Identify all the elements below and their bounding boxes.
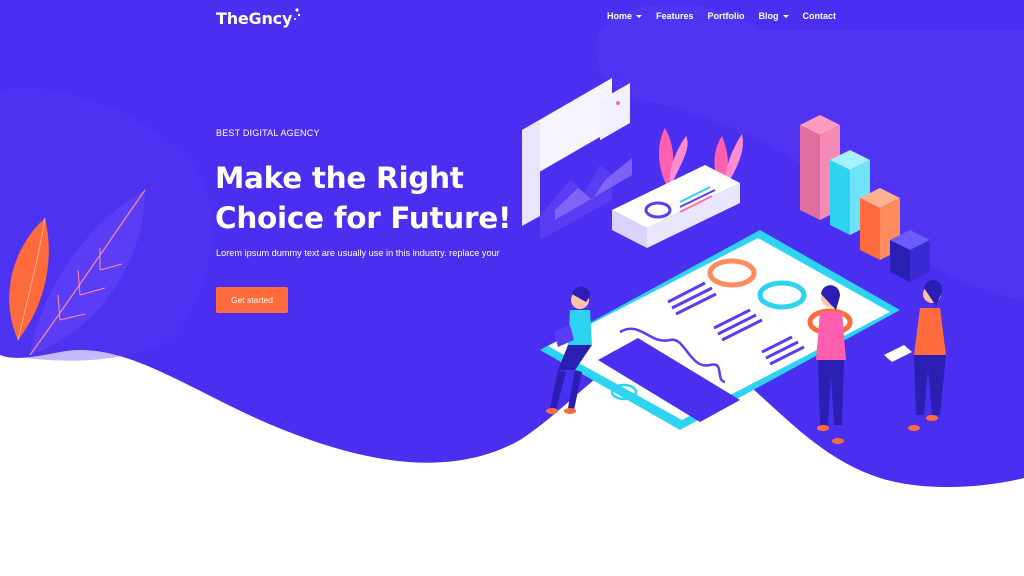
nav-item-home[interactable]: Home: [607, 11, 643, 21]
nav-item-blog[interactable]: Blog: [759, 11, 789, 21]
person-with-phone-illustration: [884, 280, 946, 431]
stats-card-illustration: [612, 165, 740, 248]
caret-down-icon: [782, 14, 789, 18]
main-nav: Home Features Portfolio Blog Contact: [607, 11, 836, 21]
hero-section: TheGncy Home Features Portfolio Blog Con…: [0, 0, 1024, 576]
logo-dots-icon: [294, 8, 301, 20]
nav-item-label: Blog: [758, 11, 779, 21]
dashboard-illustration: [522, 78, 946, 444]
nav-item-label: Contact: [802, 11, 837, 21]
get-started-button[interactable]: Get started: [216, 287, 288, 313]
nav-item-contact[interactable]: Contact: [803, 11, 837, 21]
headline-line-2: Choice for Future!: [215, 201, 512, 235]
hero-eyebrow: BEST DIGITAL AGENCY: [216, 128, 320, 138]
nav-item-features[interactable]: Features: [656, 11, 694, 21]
caret-down-icon: [636, 14, 643, 18]
leaf-illustration: [9, 189, 146, 356]
brand-logo[interactable]: TheGncy: [216, 9, 292, 28]
tablet-illustration: [540, 230, 900, 430]
nav-item-label: Features: [656, 11, 694, 21]
nav-item-label: Portfolio: [707, 11, 745, 21]
nav-item-label: Home: [607, 11, 633, 21]
nav-item-portfolio[interactable]: Portfolio: [708, 11, 745, 21]
hero-subtext: Lorem ipsum dummy text are usually use i…: [216, 248, 500, 258]
top-navbar: TheGncy Home Features Portfolio Blog Con…: [0, 0, 1024, 36]
hero-headline: Make the Right Choice for Future!: [215, 158, 545, 238]
headline-line-1: Make the Right: [215, 161, 464, 195]
bar-blocks-illustration: [800, 115, 930, 282]
